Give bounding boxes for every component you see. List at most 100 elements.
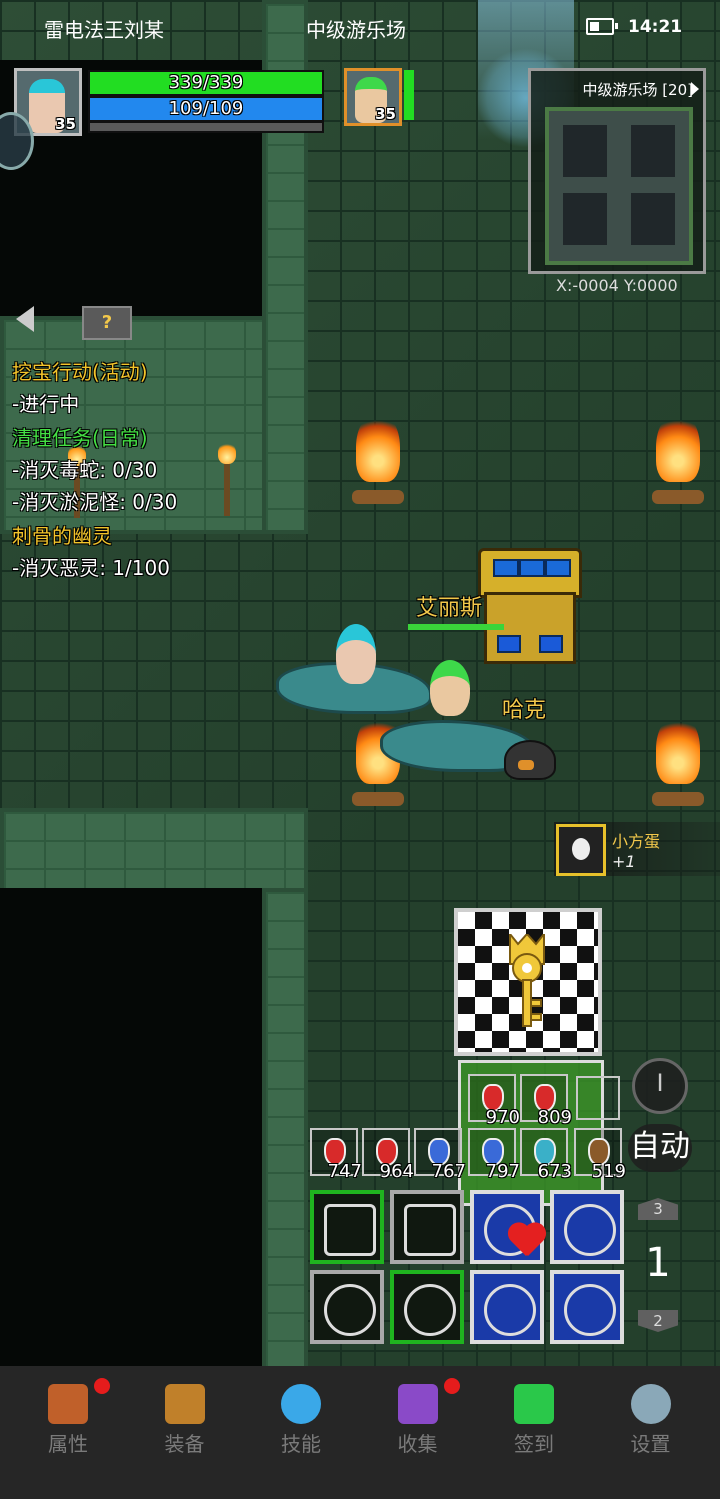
skill-slot-lightning[interactable] bbox=[310, 1190, 384, 1264]
quest-line[interactable]: 刺骨的幽灵 bbox=[12, 520, 112, 549]
campfire bbox=[350, 412, 406, 508]
player-character[interactable] bbox=[336, 624, 376, 684]
nav-item[interactable]: 装备 bbox=[127, 1366, 243, 1499]
nav-item[interactable]: 属性 bbox=[10, 1366, 126, 1499]
player-name: 雷电法王刘某 bbox=[44, 18, 164, 42]
skill-page-number: 1 bbox=[645, 1240, 671, 1286]
campfire bbox=[650, 714, 706, 810]
potion-slot[interactable]: 519 bbox=[574, 1128, 626, 1182]
pet-hp-bar bbox=[404, 70, 414, 120]
pet-character[interactable] bbox=[430, 660, 470, 716]
heart-icon bbox=[506, 1224, 546, 1260]
quest-line[interactable]: -进行中 bbox=[12, 388, 79, 417]
nav-label: 收集 bbox=[397, 1432, 438, 1456]
npc-hack[interactable] bbox=[504, 740, 556, 780]
vortex-icon bbox=[404, 1284, 456, 1336]
player-exp-bar bbox=[88, 121, 324, 133]
frost-icon bbox=[564, 1204, 616, 1256]
potion-count: 964 bbox=[379, 1161, 414, 1182]
status-bar: 雷电法王刘某 中级游乐场 14:21 bbox=[0, 0, 720, 56]
skill-slot-shield[interactable] bbox=[390, 1190, 464, 1264]
quest-line[interactable]: -消灭毒蛇: 0/30 bbox=[12, 454, 157, 483]
helmet-icon bbox=[48, 1384, 88, 1424]
potion-count: 809 bbox=[537, 1107, 572, 1128]
potion-slot[interactable]: 797 bbox=[468, 1128, 520, 1182]
nav-item[interactable]: 签到 bbox=[476, 1366, 592, 1499]
quest-help-button[interactable]: ? bbox=[82, 306, 132, 340]
toggle-label: I bbox=[656, 1069, 664, 1097]
quest-line[interactable]: 挖宝行动(活动) bbox=[12, 356, 148, 385]
lightning-icon bbox=[324, 1204, 376, 1256]
key-item-slot[interactable] bbox=[454, 908, 602, 1056]
minimap-expand-icon[interactable] bbox=[691, 82, 699, 96]
potion-count: 673 bbox=[537, 1161, 572, 1182]
auto-battle-button[interactable]: 自动 bbox=[628, 1124, 692, 1172]
stone-pillar-lower bbox=[262, 888, 308, 1366]
player-hp-bar: 339/339 bbox=[88, 70, 324, 96]
treasure-chest[interactable] bbox=[478, 548, 582, 664]
pet-level: 35 bbox=[375, 105, 396, 123]
skill-slot-sunburst[interactable] bbox=[310, 1270, 384, 1344]
golden-key-icon bbox=[509, 934, 545, 1027]
map-name: 中级游乐场 bbox=[306, 18, 406, 42]
pet-avatar[interactable]: 35 bbox=[344, 68, 402, 126]
campfire bbox=[650, 412, 706, 508]
nav-label: 技能 bbox=[281, 1432, 321, 1456]
minimap[interactable]: 中级游乐场 [20] bbox=[528, 68, 706, 274]
sunburst-icon bbox=[324, 1284, 376, 1336]
clock: 14:21 bbox=[628, 17, 683, 37]
potion-count: 797 bbox=[485, 1161, 520, 1182]
orb-icon bbox=[484, 1284, 536, 1336]
quest-line[interactable]: -消灭淤泥怪: 0/30 bbox=[12, 486, 177, 515]
quest-line[interactable]: -消灭恶灵: 1/100 bbox=[12, 552, 170, 581]
nav-item[interactable]: 设置 bbox=[593, 1366, 709, 1499]
potion-slot[interactable]: 673 bbox=[520, 1128, 572, 1182]
player-coordinates: X:-0004 Y:0000 bbox=[556, 276, 678, 295]
minimap-title: 中级游乐场 [20] bbox=[582, 81, 693, 99]
skill-slot-orb[interactable] bbox=[470, 1270, 544, 1344]
collection-book-icon bbox=[397, 1384, 438, 1424]
empty-potion-slot[interactable] bbox=[576, 1076, 620, 1120]
bag-icon bbox=[164, 1384, 205, 1424]
notification-badge bbox=[94, 1378, 110, 1394]
bottom-navigation: 属性 装备 技能 收集 签到 设置 bbox=[0, 1366, 720, 1499]
potion-slot[interactable]: 970 bbox=[468, 1074, 520, 1128]
potion-count: 747 bbox=[327, 1161, 362, 1182]
potion-slot[interactable]: 767 bbox=[414, 1128, 466, 1182]
potion-count: 519 bbox=[591, 1161, 626, 1182]
loot-item-quantity: +1 bbox=[612, 852, 636, 871]
potion-slot[interactable]: 747 bbox=[310, 1128, 362, 1182]
rune-icon bbox=[564, 1284, 616, 1336]
gem-icon bbox=[514, 1384, 554, 1424]
skill-slot-rune[interactable] bbox=[550, 1270, 624, 1344]
nav-item[interactable]: 收集 bbox=[360, 1366, 476, 1499]
potion-slot[interactable]: 809 bbox=[520, 1074, 572, 1128]
stone-wall-lower bbox=[0, 808, 308, 896]
nav-label: 属性 bbox=[48, 1432, 88, 1456]
nav-label: 设置 bbox=[630, 1432, 671, 1456]
player-mp-text: 109/109 bbox=[168, 98, 244, 119]
dark-pit-bottom bbox=[0, 888, 262, 1366]
quest-collapse-icon[interactable] bbox=[16, 306, 34, 332]
skill-slot-vortex[interactable] bbox=[390, 1270, 464, 1344]
wall-torch-right bbox=[218, 442, 236, 516]
egg-icon bbox=[556, 824, 606, 876]
nav-label: 签到 bbox=[514, 1432, 554, 1456]
notification-badge bbox=[443, 1378, 460, 1394]
loot-item-name: 小方蛋 bbox=[612, 832, 661, 851]
nav-item[interactable]: 技能 bbox=[243, 1366, 359, 1499]
auto-toggle-button[interactable]: I bbox=[632, 1058, 688, 1114]
npc-name-hack: 哈克 bbox=[502, 698, 547, 723]
battery-icon bbox=[586, 18, 618, 35]
player-hp-text: 339/339 bbox=[168, 72, 244, 93]
npc-name-ellis: 艾丽斯 bbox=[416, 596, 483, 621]
quest-line[interactable]: 清理任务(日常) bbox=[12, 422, 148, 451]
potion-slot[interactable]: 964 bbox=[362, 1128, 414, 1182]
player-level: 35 bbox=[55, 115, 76, 133]
skill-orb-icon bbox=[281, 1384, 321, 1424]
potion-count: 970 bbox=[485, 1107, 520, 1128]
player-mp-bar: 109/109 bbox=[88, 96, 324, 122]
nav-label: 装备 bbox=[164, 1432, 205, 1456]
npc-health-bar bbox=[408, 624, 504, 630]
skill-slot-frost[interactable] bbox=[550, 1190, 624, 1264]
